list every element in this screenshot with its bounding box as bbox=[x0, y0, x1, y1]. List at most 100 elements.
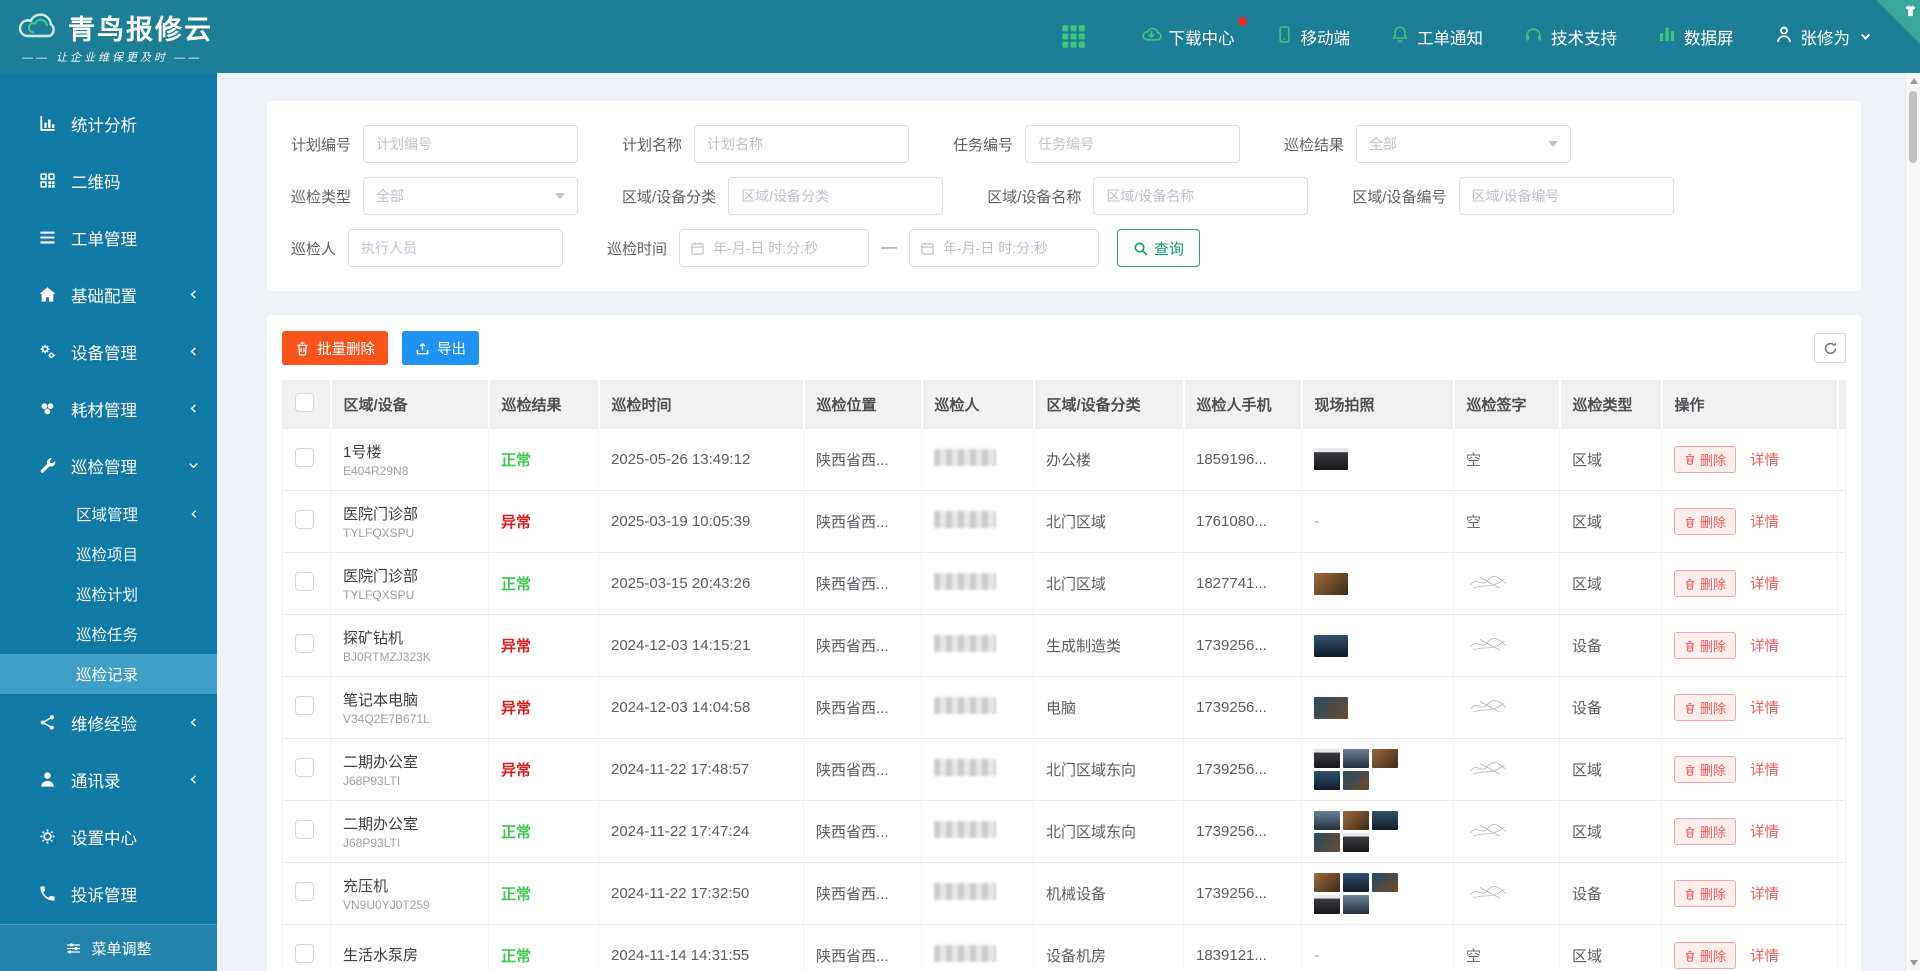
detail-link[interactable]: 详情 bbox=[1750, 449, 1779, 470]
row-checkbox[interactable] bbox=[295, 758, 314, 777]
brand-logo[interactable]: 青鸟报修云 —— 让企业维保更及时 —— bbox=[0, 8, 250, 65]
inspector-input[interactable] bbox=[348, 229, 563, 267]
delete-button[interactable]: 删除 bbox=[1674, 880, 1736, 907]
detail-link[interactable]: 详情 bbox=[1750, 697, 1779, 718]
detail-link[interactable]: 详情 bbox=[1750, 945, 1779, 966]
task-no-input[interactable] bbox=[1025, 125, 1240, 163]
photo-thumbnail[interactable] bbox=[1343, 873, 1369, 892]
sidebar-item-repair-experience[interactable]: 维修经验 bbox=[0, 694, 217, 751]
submenu-area-mgmt[interactable]: 区域管理 bbox=[0, 494, 217, 534]
row-checkbox[interactable] bbox=[295, 634, 314, 653]
photo-thumbnail[interactable] bbox=[1314, 635, 1348, 657]
nav-download-center[interactable]: 下载中心 bbox=[1141, 24, 1235, 50]
row-checkbox[interactable] bbox=[295, 882, 314, 901]
result-select[interactable]: 全部 bbox=[1356, 125, 1571, 163]
inspection-location: 陕西省西... bbox=[804, 615, 922, 677]
photo-thumbnail[interactable] bbox=[1314, 811, 1340, 830]
photo-thumbnail[interactable] bbox=[1314, 697, 1348, 719]
refresh-button[interactable] bbox=[1814, 333, 1846, 363]
photo-thumbnail[interactable] bbox=[1343, 749, 1369, 768]
detail-link[interactable]: 详情 bbox=[1750, 821, 1779, 842]
category-input[interactable] bbox=[728, 177, 943, 215]
sidebar-item-settings[interactable]: 设置中心 bbox=[0, 808, 217, 865]
apps-grid-icon[interactable] bbox=[1060, 23, 1087, 50]
plan-no-input[interactable] bbox=[363, 125, 578, 163]
site-photos: - bbox=[1314, 513, 1400, 530]
photo-thumbnail[interactable] bbox=[1314, 448, 1348, 470]
theme-corner-badge[interactable] bbox=[1876, 0, 1920, 44]
sidebar-item-contacts[interactable]: 通讯录 bbox=[0, 751, 217, 808]
query-button[interactable]: 查询 bbox=[1117, 229, 1200, 267]
inspection-type: 区域 bbox=[1560, 739, 1662, 801]
device-category: 办公楼 bbox=[1034, 429, 1184, 491]
device-category: 设备机房 bbox=[1034, 925, 1184, 971]
select-all-checkbox[interactable] bbox=[295, 393, 314, 412]
user-menu[interactable]: 张修为 bbox=[1774, 24, 1873, 49]
delete-button[interactable]: 删除 bbox=[1674, 694, 1736, 721]
sidebar-item-consumables[interactable]: 耗材管理 bbox=[0, 380, 217, 437]
delete-button[interactable]: 删除 bbox=[1674, 632, 1736, 659]
row-checkbox[interactable] bbox=[295, 820, 314, 839]
detail-link[interactable]: 详情 bbox=[1750, 573, 1779, 594]
delete-button[interactable]: 删除 bbox=[1674, 818, 1736, 845]
submenu-inspection-records[interactable]: 巡检记录 bbox=[0, 654, 217, 694]
row-checkbox[interactable] bbox=[295, 696, 314, 715]
sidebar-item-base-config[interactable]: 基础配置 bbox=[0, 266, 217, 323]
photo-thumbnail[interactable] bbox=[1343, 895, 1369, 914]
detail-link[interactable]: 详情 bbox=[1750, 883, 1779, 904]
photo-thumbnail[interactable] bbox=[1314, 771, 1340, 790]
sidebar-item-device-mgmt[interactable]: 设备管理 bbox=[0, 323, 217, 380]
nav-mobile[interactable]: 移动端 bbox=[1275, 24, 1351, 50]
detail-link[interactable]: 详情 bbox=[1750, 635, 1779, 656]
sidebar-item-workorders[interactable]: 工单管理 bbox=[0, 209, 217, 266]
photo-thumbnail[interactable] bbox=[1314, 573, 1348, 595]
delete-button[interactable]: 删除 bbox=[1674, 570, 1736, 597]
nav-workorder-notify[interactable]: 工单通知 bbox=[1390, 24, 1483, 50]
photo-thumbnail[interactable] bbox=[1314, 833, 1340, 852]
type-select[interactable]: 全部 bbox=[363, 177, 578, 215]
row-checkbox[interactable] bbox=[295, 510, 314, 529]
sidebar-item-statistics[interactable]: 统计分析 bbox=[0, 95, 217, 152]
submenu-inspection-plans[interactable]: 巡检计划 bbox=[0, 574, 217, 614]
detail-link[interactable]: 详情 bbox=[1750, 511, 1779, 532]
delete-button[interactable]: 删除 bbox=[1674, 508, 1736, 535]
nav-label: 技术支持 bbox=[1551, 25, 1617, 49]
inspection-time: 2024-11-22 17:32:50 bbox=[599, 863, 804, 925]
nav-tech-support[interactable]: 技术支持 bbox=[1523, 24, 1617, 50]
sidebar-menu-adjust[interactable]: 菜单调整 bbox=[0, 924, 217, 971]
submenu-inspection-tasks[interactable]: 巡检任务 bbox=[0, 614, 217, 654]
row-checkbox[interactable] bbox=[295, 448, 314, 467]
time-start-input[interactable]: 年-月-日 时:分:秒 bbox=[679, 229, 869, 267]
batch-delete-button[interactable]: 批量删除 bbox=[282, 331, 388, 365]
sidebar-item-complaints[interactable]: 投诉管理 bbox=[0, 865, 217, 922]
submenu-inspection-items[interactable]: 巡检项目 bbox=[0, 534, 217, 574]
nav-data-screen[interactable]: 数据屏 bbox=[1657, 24, 1734, 49]
delete-button[interactable]: 删除 bbox=[1674, 446, 1736, 473]
nav-label: 工单通知 bbox=[1417, 25, 1483, 49]
sidebar-item-qrcode[interactable]: 二维码 bbox=[0, 152, 217, 209]
photo-thumbnail[interactable] bbox=[1314, 873, 1340, 892]
plan-name-input[interactable] bbox=[694, 125, 909, 163]
row-checkbox[interactable] bbox=[295, 572, 314, 591]
detail-link[interactable]: 详情 bbox=[1750, 759, 1779, 780]
export-button[interactable]: 导出 bbox=[402, 331, 479, 365]
device-name-input[interactable] bbox=[1093, 177, 1308, 215]
delete-button[interactable]: 删除 bbox=[1674, 756, 1736, 783]
photo-thumbnail[interactable] bbox=[1343, 771, 1369, 790]
photo-thumbnail[interactable] bbox=[1372, 749, 1398, 768]
row-checkbox[interactable] bbox=[295, 944, 314, 963]
scrollbar-down-arrow[interactable] bbox=[1910, 960, 1918, 966]
photo-thumbnail[interactable] bbox=[1372, 811, 1398, 830]
photo-thumbnail[interactable] bbox=[1343, 833, 1369, 852]
photo-thumbnail[interactable] bbox=[1314, 749, 1340, 768]
photo-thumbnail[interactable] bbox=[1314, 895, 1340, 914]
sidebar-item-inspection-mgmt[interactable]: 巡检管理 bbox=[0, 437, 217, 494]
scrollbar-up-arrow[interactable] bbox=[1910, 78, 1918, 84]
photo-thumbnail[interactable] bbox=[1372, 873, 1398, 892]
photo-thumbnail[interactable] bbox=[1343, 811, 1369, 830]
scrollbar-thumb[interactable] bbox=[1909, 91, 1917, 163]
delete-button[interactable]: 删除 bbox=[1674, 942, 1736, 969]
device-no-input[interactable] bbox=[1459, 177, 1674, 215]
trash-icon bbox=[1684, 640, 1696, 652]
time-end-input[interactable]: 年-月-日 时:分:秒 bbox=[909, 229, 1099, 267]
